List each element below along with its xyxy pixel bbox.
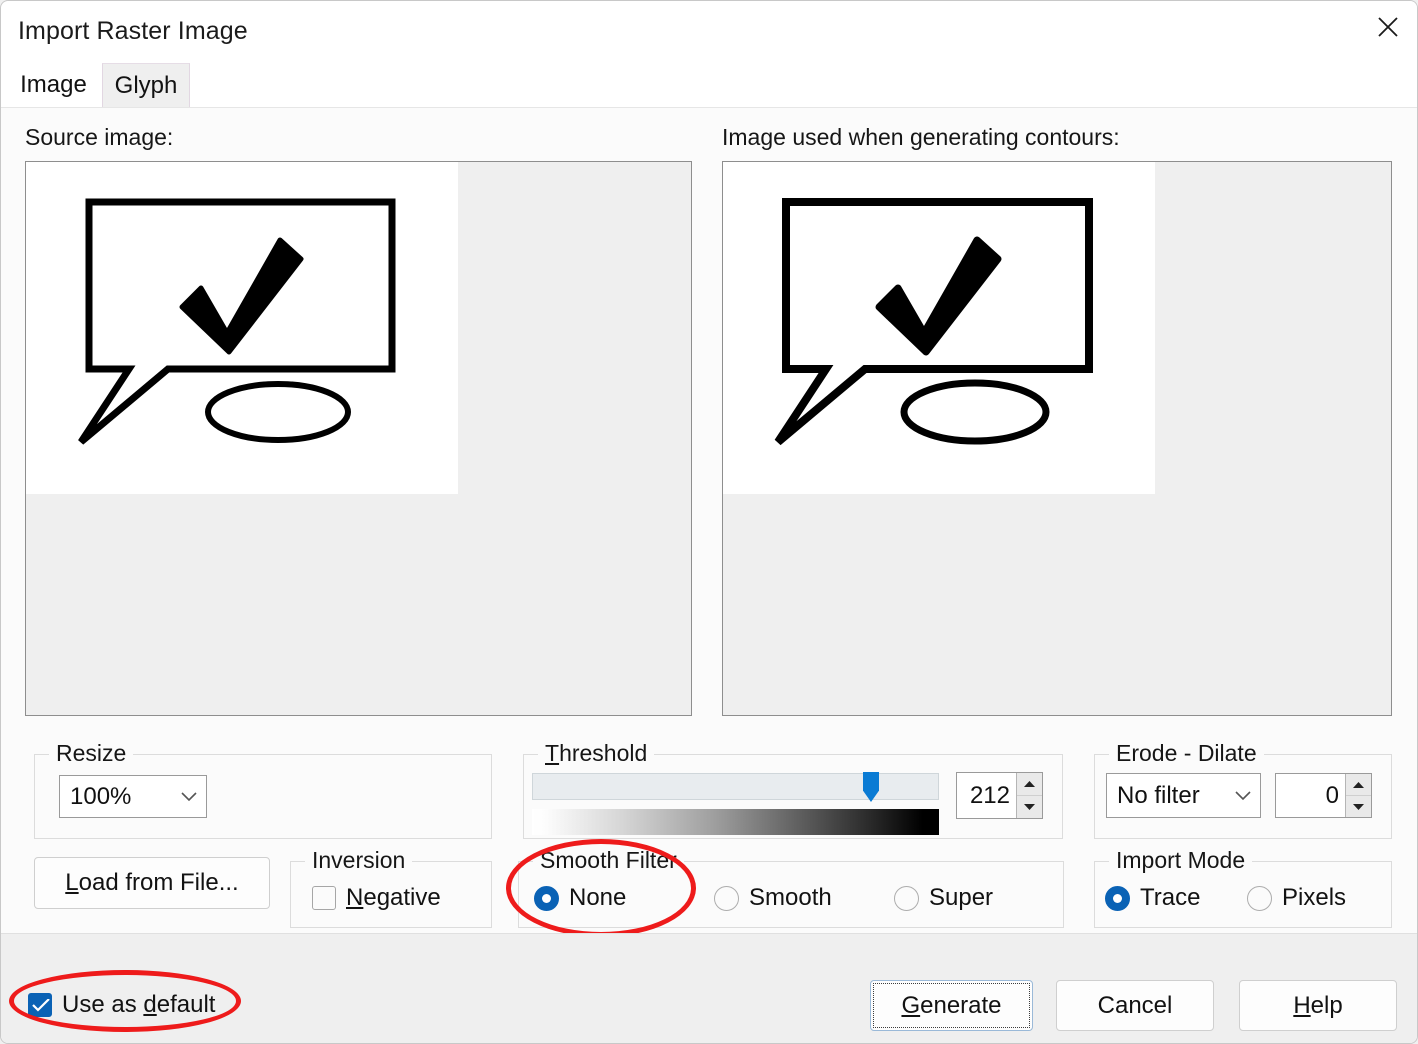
- load-from-file-label: Load from File...: [65, 869, 238, 897]
- negative-checkbox-label: Negative: [346, 884, 441, 912]
- cancel-label: Cancel: [1097, 991, 1173, 1019]
- title-bar: Import Raster Image: [1, 1, 1417, 63]
- help-label: Help: [1293, 992, 1342, 1020]
- source-image-canvas: [26, 162, 458, 494]
- negative-label-rest: egative: [363, 884, 441, 911]
- negative-checkbox-box: [312, 886, 336, 910]
- contour-image-label: Image used when generating contours:: [722, 124, 1120, 150]
- use-as-default-pre: Use as: [62, 991, 144, 1018]
- threshold-slider-handle[interactable]: [863, 772, 879, 802]
- erode-dilate-group: Erode - Dilate No filter 0: [1094, 740, 1392, 839]
- help-rest: elp: [1310, 991, 1343, 1019]
- threshold-accel: T: [545, 740, 560, 766]
- threshold-group-title: Threshold: [538, 740, 655, 767]
- chevron-down-icon: [172, 791, 206, 802]
- erode-dilate-amount-value: 0: [1325, 781, 1339, 809]
- erode-dilate-spinner-buttons: [1345, 774, 1371, 817]
- smooth-filter-option-super[interactable]: Super: [894, 884, 993, 912]
- tab-image-label: Image: [20, 71, 87, 98]
- window-title: Import Raster Image: [18, 17, 248, 45]
- use-as-default-label: Use as default: [62, 991, 215, 1019]
- smooth-filter-none-label: None: [569, 884, 627, 911]
- resize-select-value: 100%: [70, 782, 132, 810]
- source-image-preview[interactable]: [25, 161, 692, 716]
- smooth-filter-smooth-label: Smooth: [749, 884, 832, 911]
- threshold-gradient-bar: [532, 809, 939, 835]
- resize-select[interactable]: 100%: [59, 775, 207, 818]
- smooth-filter-super-label: Super: [929, 884, 994, 911]
- erode-dilate-filter-select[interactable]: No filter: [1106, 773, 1261, 818]
- use-as-default-checkbox-box: [28, 993, 52, 1017]
- smooth-filter-super-radio: [894, 885, 919, 911]
- smooth-filter-option-smooth[interactable]: Smooth: [714, 884, 832, 912]
- import-mode-group-title: Import Mode: [1109, 847, 1253, 874]
- import-mode-option-pixels[interactable]: Pixels: [1247, 884, 1346, 912]
- smooth-filter-group-title: Smooth Filter: [533, 847, 684, 874]
- resize-group: Resize 100%: [34, 740, 492, 839]
- erode-dilate-group-title: Erode - Dilate: [1109, 740, 1264, 767]
- import-mode-group: Import Mode Trace Pixels: [1094, 847, 1392, 928]
- erode-dilate-spinner-up-icon[interactable]: [1346, 774, 1371, 796]
- import-mode-trace-radio: [1105, 885, 1130, 911]
- load-from-file-rest: oad from File...: [78, 869, 239, 896]
- generate-focus-ring: [873, 983, 1030, 1028]
- use-as-default-checkbox[interactable]: Use as default: [28, 991, 215, 1019]
- generate-button[interactable]: Generate: [870, 980, 1033, 1031]
- erode-dilate-spinner-down-icon[interactable]: [1346, 796, 1371, 817]
- erode-dilate-filter-value: No filter: [1117, 781, 1200, 809]
- use-as-default-post: efault: [156, 991, 216, 1018]
- close-icon[interactable]: [1357, 1, 1417, 53]
- use-as-default-accel: d: [143, 991, 157, 1018]
- contour-image-canvas: [723, 162, 1155, 494]
- import-raster-image-dialog: Import Raster Image Image Glyph Source i…: [0, 0, 1418, 1044]
- tab-strip: Image Glyph: [1, 63, 1417, 107]
- threshold-spinner-up-icon[interactable]: [1017, 773, 1042, 796]
- threshold-slider-track[interactable]: [532, 772, 939, 802]
- smooth-filter-group: Smooth Filter None Smooth Super: [518, 847, 1064, 928]
- smooth-filter-none-radio: [534, 885, 559, 911]
- help-button[interactable]: Help: [1239, 980, 1397, 1031]
- load-from-file-accel: L: [65, 869, 79, 896]
- contour-image-preview[interactable]: [722, 161, 1392, 716]
- negative-accel: N: [346, 884, 364, 911]
- chevron-down-icon: [1226, 790, 1260, 801]
- load-from-file-button[interactable]: Load from File...: [34, 857, 270, 909]
- threshold-value: 212: [969, 781, 1010, 809]
- smooth-filter-option-none[interactable]: None: [534, 884, 626, 912]
- help-accel: H: [1293, 991, 1311, 1019]
- smooth-filter-smooth-radio: [714, 885, 739, 911]
- threshold-spinner-down-icon[interactable]: [1017, 796, 1042, 818]
- inversion-group: Inversion Negative: [290, 847, 492, 928]
- import-mode-trace-label: Trace: [1140, 884, 1201, 911]
- erode-dilate-amount-spinner[interactable]: 0: [1275, 773, 1372, 818]
- threshold-group: Threshold 212: [523, 740, 1063, 839]
- import-mode-option-trace[interactable]: Trace: [1105, 884, 1200, 912]
- tab-glyph-label: Glyph: [114, 71, 178, 99]
- import-mode-pixels-label: Pixels: [1282, 884, 1347, 911]
- resize-group-title: Resize: [49, 740, 134, 767]
- cancel-button[interactable]: Cancel: [1056, 980, 1214, 1031]
- negative-checkbox[interactable]: Negative: [312, 884, 441, 912]
- threshold-spinner[interactable]: 212: [956, 772, 1043, 819]
- threshold-title-rest: hreshold: [559, 740, 648, 766]
- import-mode-pixels-radio: [1247, 885, 1272, 911]
- tab-glyph[interactable]: Glyph: [102, 63, 190, 107]
- tab-image[interactable]: Image: [5, 63, 102, 107]
- threshold-spinner-buttons: [1016, 773, 1042, 818]
- dialog-footer: Use as default Generate Cancel Help: [1, 933, 1417, 1043]
- source-image-label: Source image:: [25, 124, 174, 150]
- inversion-group-title: Inversion: [305, 847, 413, 874]
- dialog-body: Source image: Image used when generating…: [1, 108, 1417, 937]
